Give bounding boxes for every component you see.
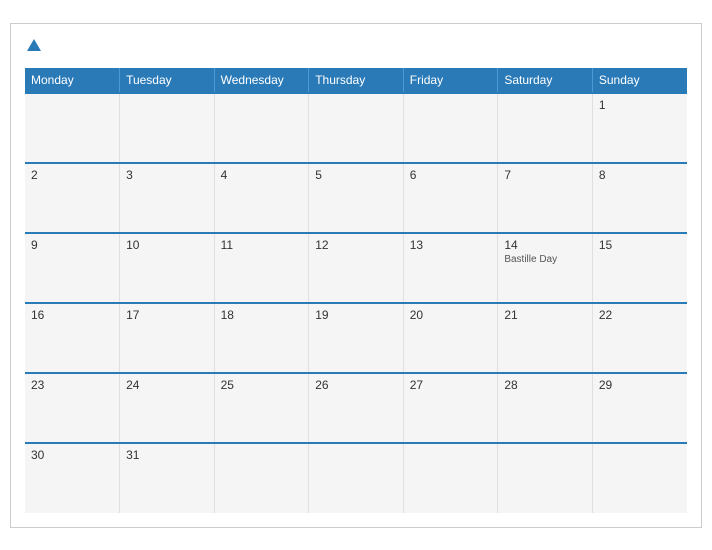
weekday-header-saturday: Saturday	[498, 68, 593, 93]
weekday-header-monday: Monday	[25, 68, 120, 93]
calendar-day-cell: 6	[403, 163, 498, 233]
calendar-day-cell	[309, 93, 404, 163]
day-number: 6	[410, 168, 492, 182]
calendar-day-cell	[592, 443, 687, 513]
calendar-day-cell	[403, 93, 498, 163]
day-number: 7	[504, 168, 586, 182]
day-number: 4	[221, 168, 303, 182]
calendar-week-row: 16 17 18 19 20 21 22	[25, 303, 687, 373]
day-number: 26	[315, 378, 397, 392]
holiday-label: Bastille Day	[504, 254, 586, 265]
calendar-week-row: 1	[25, 93, 687, 163]
calendar-day-cell: 13	[403, 233, 498, 303]
calendar-day-cell: 11	[214, 233, 309, 303]
weekday-header-friday: Friday	[403, 68, 498, 93]
calendar-day-cell: 7	[498, 163, 593, 233]
logo-triangle-icon	[27, 39, 41, 51]
day-number: 25	[221, 378, 303, 392]
day-number: 17	[126, 308, 208, 322]
calendar-day-cell: 21	[498, 303, 593, 373]
day-number: 9	[31, 238, 113, 252]
day-number: 3	[126, 168, 208, 182]
day-number: 24	[126, 378, 208, 392]
day-number: 19	[315, 308, 397, 322]
calendar-day-cell: 25	[214, 373, 309, 443]
calendar-day-cell	[498, 93, 593, 163]
weekday-header-wednesday: Wednesday	[214, 68, 309, 93]
day-number: 5	[315, 168, 397, 182]
day-number: 23	[31, 378, 113, 392]
calendar-day-cell: 2	[25, 163, 120, 233]
calendar-day-cell: 9	[25, 233, 120, 303]
day-number: 27	[410, 378, 492, 392]
calendar-day-cell: 22	[592, 303, 687, 373]
calendar-day-cell: 17	[120, 303, 215, 373]
calendar-day-cell: 20	[403, 303, 498, 373]
calendar-day-cell	[214, 443, 309, 513]
calendar-day-cell: 18	[214, 303, 309, 373]
day-number: 11	[221, 238, 303, 252]
calendar-day-cell: 29	[592, 373, 687, 443]
weekday-header-tuesday: Tuesday	[120, 68, 215, 93]
calendar-day-cell: 30	[25, 443, 120, 513]
day-number: 28	[504, 378, 586, 392]
calendar-day-cell: 4	[214, 163, 309, 233]
calendar-day-cell: 14 Bastille Day	[498, 233, 593, 303]
day-number: 2	[31, 168, 113, 182]
calendar-day-cell: 26	[309, 373, 404, 443]
weekday-header-sunday: Sunday	[592, 68, 687, 93]
calendar-day-cell: 12	[309, 233, 404, 303]
calendar-header	[25, 34, 687, 58]
day-number: 20	[410, 308, 492, 322]
calendar-week-row: 2345678	[25, 163, 687, 233]
calendar-day-cell	[498, 443, 593, 513]
weekday-header-thursday: Thursday	[309, 68, 404, 93]
day-number: 1	[599, 98, 681, 112]
weekday-header-row: MondayTuesdayWednesdayThursdayFridaySatu…	[25, 68, 687, 93]
calendar-day-cell: 1	[592, 93, 687, 163]
calendar-day-cell: 28	[498, 373, 593, 443]
calendar-table: MondayTuesdayWednesdayThursdayFridaySatu…	[25, 68, 687, 513]
day-number: 13	[410, 238, 492, 252]
calendar-day-cell: 15	[592, 233, 687, 303]
calendar-day-cell: 16	[25, 303, 120, 373]
calendar-day-cell: 27	[403, 373, 498, 443]
logo	[25, 38, 41, 54]
day-number: 21	[504, 308, 586, 322]
day-number: 14	[504, 238, 586, 252]
calendar-day-cell: 24	[120, 373, 215, 443]
calendar-week-row: 30 31	[25, 443, 687, 513]
day-number: 22	[599, 308, 681, 322]
calendar-day-cell	[214, 93, 309, 163]
calendar-container: MondayTuesdayWednesdayThursdayFridaySatu…	[10, 23, 702, 528]
day-number: 16	[31, 308, 113, 322]
calendar-day-cell: 5	[309, 163, 404, 233]
day-number: 8	[599, 168, 681, 182]
calendar-day-cell: 19	[309, 303, 404, 373]
day-number: 30	[31, 448, 113, 462]
day-number: 12	[315, 238, 397, 252]
calendar-day-cell: 31	[120, 443, 215, 513]
day-number: 15	[599, 238, 681, 252]
calendar-day-cell: 10	[120, 233, 215, 303]
calendar-day-cell	[403, 443, 498, 513]
day-number: 18	[221, 308, 303, 322]
calendar-week-row: 23 24 25 26 27 28 29	[25, 373, 687, 443]
calendar-day-cell	[309, 443, 404, 513]
calendar-day-cell	[25, 93, 120, 163]
calendar-day-cell: 8	[592, 163, 687, 233]
calendar-week-row: 9 10 11 12 13 14 Bastille Day 15	[25, 233, 687, 303]
logo-row1	[25, 38, 41, 54]
day-number: 29	[599, 378, 681, 392]
calendar-day-cell: 23	[25, 373, 120, 443]
day-number: 31	[126, 448, 208, 462]
calendar-day-cell: 3	[120, 163, 215, 233]
day-number: 10	[126, 238, 208, 252]
calendar-day-cell	[120, 93, 215, 163]
